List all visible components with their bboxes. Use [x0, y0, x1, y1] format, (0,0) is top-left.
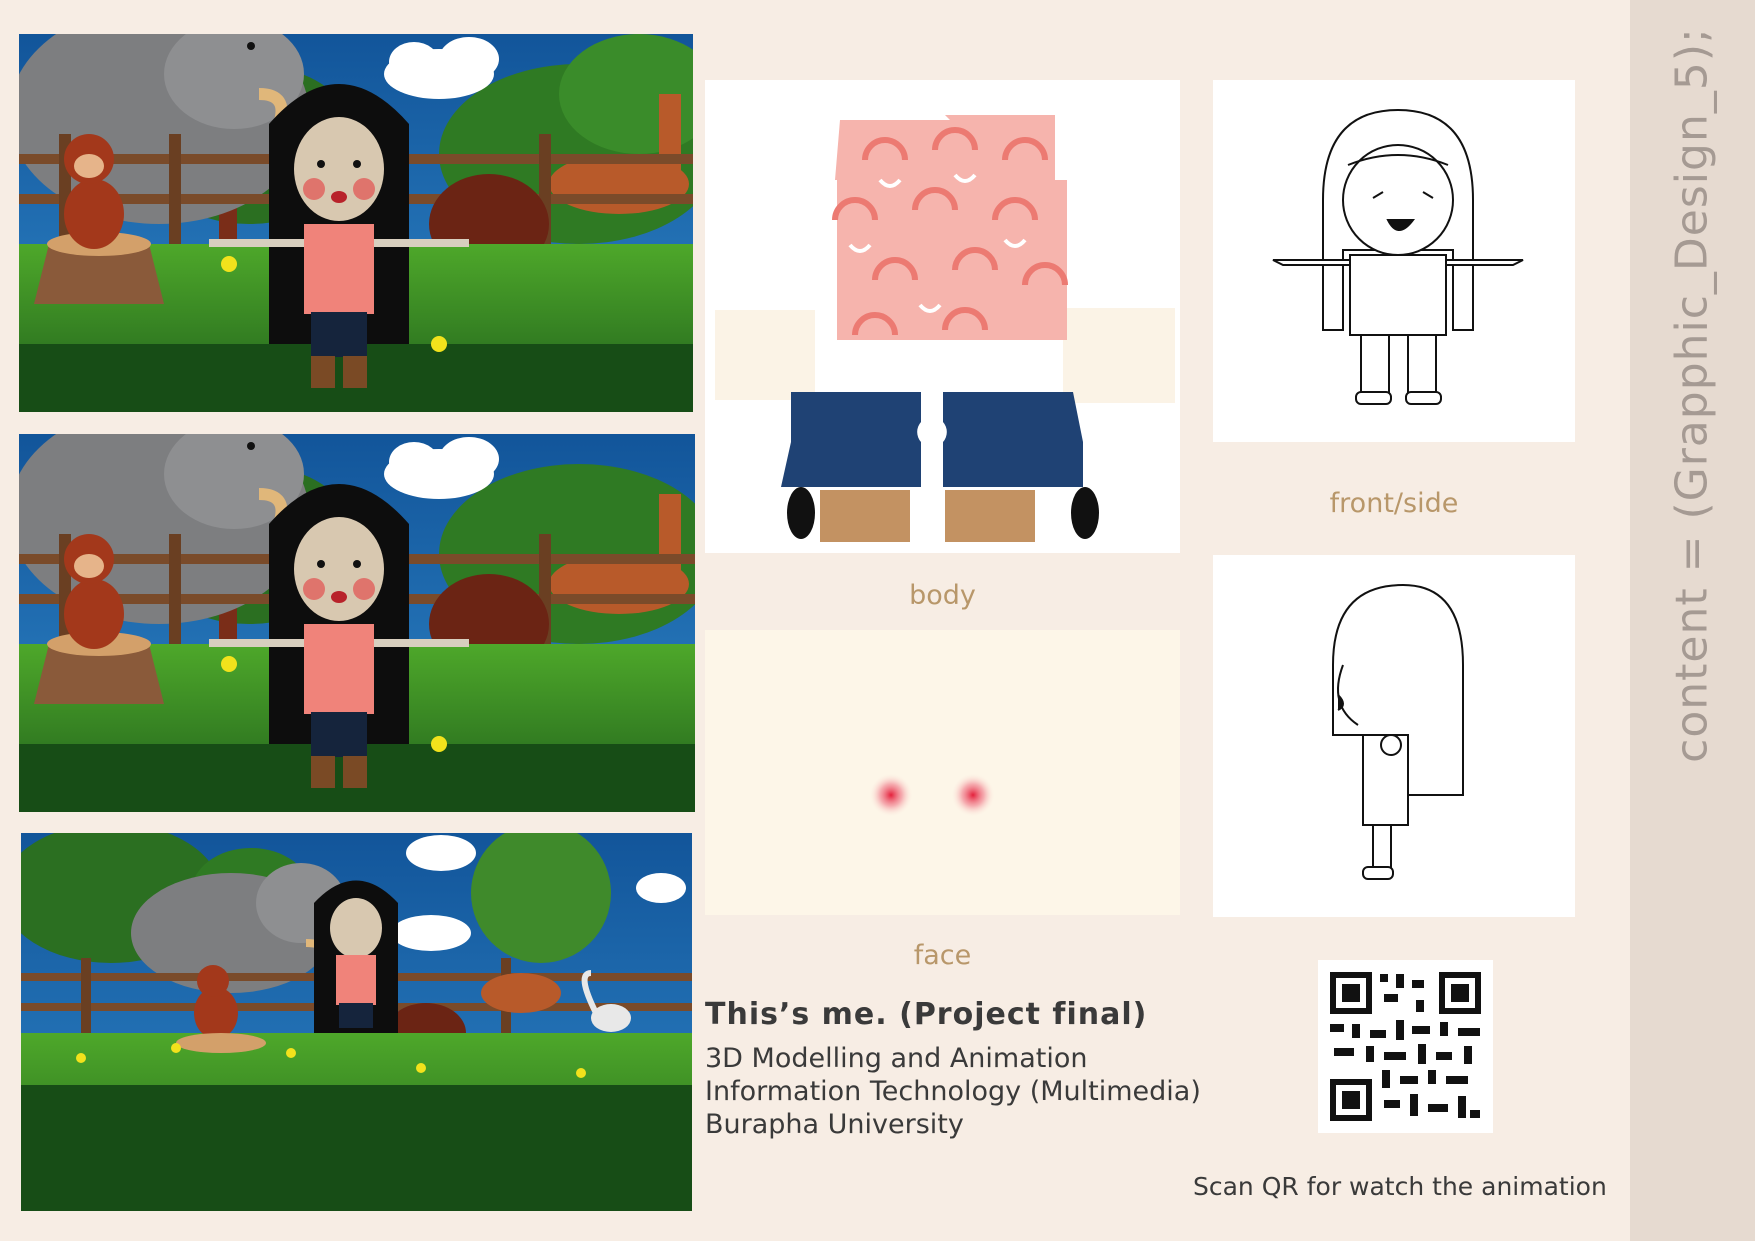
face-texture-card: [705, 630, 1180, 915]
side-view-card: [1213, 555, 1575, 917]
side-view-drawing: [1332, 583, 1464, 880]
project-department: Information Technology (Multimedia): [705, 1076, 1201, 1107]
front-view-card: [1213, 80, 1575, 442]
deer-icon: [481, 973, 561, 1013]
qr-caption: Scan QR for watch the animation: [1193, 1172, 1607, 1201]
render-scene-1: [19, 34, 693, 412]
body-texture-card: [705, 80, 1180, 553]
qr-code-icon[interactable]: [1318, 960, 1493, 1133]
project-course: 3D Modelling and Animation: [705, 1043, 1088, 1074]
front-view-drawing: [1272, 108, 1524, 405]
body-texture-map: [715, 115, 1175, 542]
render-scene-3: [21, 833, 692, 1211]
scene-illustration: [19, 434, 695, 812]
sidebar-title: content = (Grapphic_Design_5);: [1666, 27, 1718, 763]
project-university: Burapha University: [705, 1109, 964, 1140]
front-side-label: front/side: [1329, 488, 1459, 519]
blush-left: [869, 773, 913, 817]
project-title: This’s me. (Project final): [705, 997, 1148, 1032]
face-texture-map: [869, 773, 995, 817]
body-label: body: [909, 580, 976, 611]
scene-illustration: [19, 34, 693, 412]
qr-code-graphic: [1330, 972, 1481, 1121]
blush-right: [951, 773, 995, 817]
render-scene-2: [19, 434, 695, 812]
face-label: face: [913, 940, 972, 971]
girl-character-icon: [314, 880, 398, 1033]
scene-illustration: [21, 833, 692, 1211]
